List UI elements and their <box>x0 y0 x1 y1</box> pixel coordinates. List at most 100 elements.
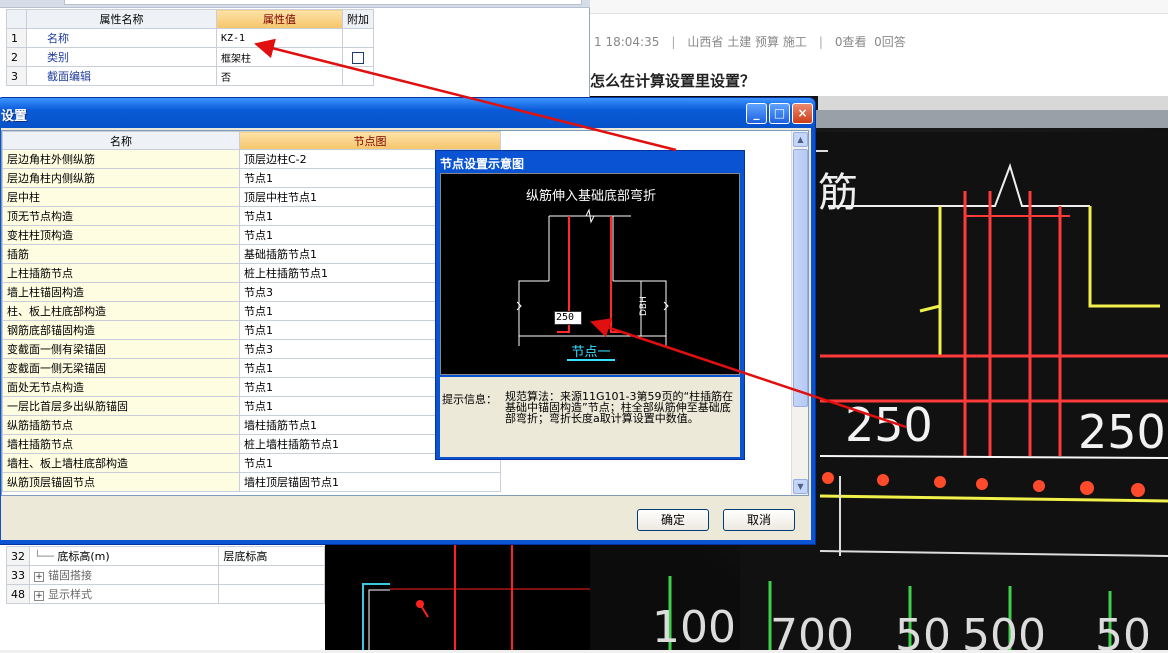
property-group[interactable]: + 显示样式 <box>28 584 220 604</box>
scroll-down-icon[interactable]: ▼ <box>793 479 808 494</box>
ok-button[interactable]: 确定 <box>637 509 709 531</box>
setting-name[interactable]: 墙上柱锚固构造 <box>2 282 240 302</box>
vertical-scrollbar[interactable]: ▲ ▼ <box>791 131 808 495</box>
table-row[interactable]: 墙柱、板上墙柱底部构造 节点1 <box>2 453 501 473</box>
setting-node-value[interactable]: 墙柱顶层锚固节点1 <box>239 472 501 492</box>
property-table: 属性名称 属性值 附加 1 名称 KZ-1 2 类别 框架柱 3 截面编辑 否 <box>6 9 374 86</box>
hint-text: 规范算法：来源11G101-3第59页的“柱插筋在基础中锚固构造”节点；柱全部纵… <box>505 390 734 425</box>
dialog-title: 设置 <box>1 109 28 124</box>
cancel-button[interactable]: 取消 <box>723 509 795 531</box>
setting-name[interactable]: 层中柱 <box>2 187 240 207</box>
addition-checkbox[interactable] <box>352 51 364 64</box>
setting-name[interactable]: 柱、板上柱底部构造 <box>2 301 240 321</box>
table-row[interactable]: 层边角柱内侧纵筋 节点1 <box>2 168 501 188</box>
hint-label: 提示信息： <box>442 393 497 406</box>
node-dialog-title: 节点设置示意图 <box>440 157 525 171</box>
mini-preview-right <box>390 544 590 650</box>
maximize-button[interactable]: □ <box>769 103 790 124</box>
table-row[interactable]: 柱、板上柱底部构造 节点1 <box>2 301 501 321</box>
post-time: 1 18:04:35 <box>594 35 660 49</box>
table-row[interactable]: 变柱柱顶构造 节点1 <box>2 225 501 245</box>
column-header-index <box>6 9 27 29</box>
property-name[interactable]: 截面编辑 <box>26 66 217 86</box>
table-row[interactable]: 33 + 锚固搭接 <box>6 565 325 585</box>
property-value[interactable]: 层底标高 <box>218 546 325 566</box>
setting-name[interactable]: 纵筋插筋节点 <box>2 415 240 435</box>
column-header-name[interactable]: 属性名称 <box>26 9 217 29</box>
setting-name[interactable]: 上柱插筋节点 <box>2 263 240 283</box>
photo-dim-left: 250 <box>845 398 933 452</box>
table-row[interactable]: 48 + 显示样式 <box>6 584 325 604</box>
table-row[interactable]: 变截面一侧有梁锚固 节点3 <box>2 339 501 359</box>
scroll-thumb[interactable] <box>793 149 808 407</box>
view-count: 0查看 <box>834 35 867 49</box>
column-header-value[interactable]: 属性值 <box>216 9 343 29</box>
property-name-label: 底标高(m) <box>57 550 110 563</box>
property-name[interactable]: └── 底标高(m) <box>28 546 220 566</box>
setting-name[interactable]: 一层比首层多出纵筋锚固 <box>2 396 240 416</box>
setting-name[interactable]: 插筋 <box>2 244 240 264</box>
column-header-name[interactable]: 名称 <box>2 131 240 150</box>
node-diagram-dialog: 节点设置示意图 纵筋伸入基础底部弯折 DBH 节点一 250 提示信息： 规范算… <box>435 150 745 460</box>
close-button[interactable]: × <box>792 103 813 124</box>
table-row[interactable]: 2 类别 框架柱 <box>6 47 374 67</box>
node-settings-table: 名称 节点图 层边角柱外侧纵筋 顶层边柱C-2 层边角柱内侧纵筋 节点1 层中柱 顶层中柱… <box>2 131 501 492</box>
table-row[interactable]: 墙上柱锚固构造 节点3 <box>2 282 501 302</box>
table-row[interactable]: 一层比首层多出纵筋锚固 节点1 <box>2 396 501 416</box>
table-row[interactable]: 钢筋底部锚固构造 节点1 <box>2 320 501 340</box>
setting-name[interactable]: 面处无节点构造 <box>2 377 240 397</box>
table-row[interactable]: 顶无节点构造 节点1 <box>2 206 501 226</box>
setting-name[interactable]: 纵筋顶层锚固节点 <box>2 472 240 492</box>
addition-cell <box>342 47 374 67</box>
row-number: 2 <box>6 47 27 67</box>
property-value[interactable]: 框架柱 <box>216 47 343 67</box>
property-name[interactable]: 类别 <box>26 47 217 67</box>
property-value[interactable]: 否 <box>216 66 343 86</box>
setting-name[interactable]: 墙柱插筋节点 <box>2 434 240 454</box>
setting-name[interactable]: 顶无节点构造 <box>2 206 240 226</box>
table-row[interactable]: 层边角柱外侧纵筋 顶层边柱C-2 <box>2 149 501 169</box>
expand-icon[interactable]: + <box>34 591 44 601</box>
photo-dim-bottom: 700 <box>770 610 854 650</box>
table-row[interactable]: 3 截面编辑 否 <box>6 66 374 86</box>
answer-count: 0回答 <box>874 35 906 49</box>
scroll-up-icon[interactable]: ▲ <box>793 132 808 147</box>
dialog-titlebar[interactable]: 设置 _ □ × <box>0 98 815 128</box>
property-value[interactable]: KZ-1 <box>216 28 343 48</box>
setting-name[interactable]: 变截面一侧有梁锚固 <box>2 339 240 359</box>
setting-name[interactable]: 层边角柱内侧纵筋 <box>2 168 240 188</box>
dimension-label: DBH <box>639 296 649 316</box>
table-row[interactable]: 纵筋顶层锚固节点 墙柱顶层锚固节点1 <box>2 472 501 492</box>
setting-name[interactable]: 变柱柱顶构造 <box>2 225 240 245</box>
photo-dim-bottom: 500 <box>962 610 1046 650</box>
addition-cell <box>342 66 374 86</box>
setting-name[interactable]: 变截面一侧无梁锚固 <box>2 358 240 378</box>
post-tags[interactable]: 山西省 土建 预算 施工 <box>687 35 806 49</box>
column-header-addition[interactable]: 附加 <box>342 9 374 29</box>
photo-dim-bottom: 100 <box>652 602 736 650</box>
table-row[interactable]: 面处无节点构造 节点1 <box>2 377 501 397</box>
table-row[interactable]: 纵筋插筋节点 墙柱插筋节点1 <box>2 415 501 435</box>
column-header-node[interactable]: 节点图 <box>239 131 501 150</box>
table-row[interactable]: 层中柱 顶层中柱节点1 <box>2 187 501 207</box>
property-value <box>218 565 325 585</box>
table-row[interactable]: 32 └── 底标高(m) 层底标高 <box>6 546 325 566</box>
property-name[interactable]: 名称 <box>26 28 217 48</box>
row-number: 33 <box>6 565 30 585</box>
expand-icon[interactable]: + <box>34 572 44 582</box>
forum-top-strip <box>590 0 1168 14</box>
property-group[interactable]: + 锚固搭接 <box>28 565 220 585</box>
table-row[interactable]: 墙柱插筋节点 桩上墙柱插筋节点1 <box>2 434 501 454</box>
bend-length-input[interactable]: 250 <box>554 311 582 325</box>
table-row[interactable]: 变截面一侧无梁锚固 节点1 <box>2 358 501 378</box>
table-row[interactable]: 插筋 基础插筋节点1 <box>2 244 501 264</box>
property-group-label: 显示样式 <box>48 588 92 601</box>
setting-name[interactable]: 层边角柱外侧纵筋 <box>2 149 240 169</box>
table-row[interactable]: 1 名称 KZ-1 <box>6 28 374 48</box>
setting-name[interactable]: 钢筋底部锚固构造 <box>2 320 240 340</box>
node-caption[interactable]: 节点一 <box>571 345 610 360</box>
table-row[interactable]: 上柱插筋节点 桩上柱插筋节点1 <box>2 263 501 283</box>
setting-name[interactable]: 墙柱、板上墙柱底部构造 <box>2 453 240 473</box>
minimize-button[interactable]: _ <box>746 103 767 124</box>
row-number: 1 <box>6 28 27 48</box>
